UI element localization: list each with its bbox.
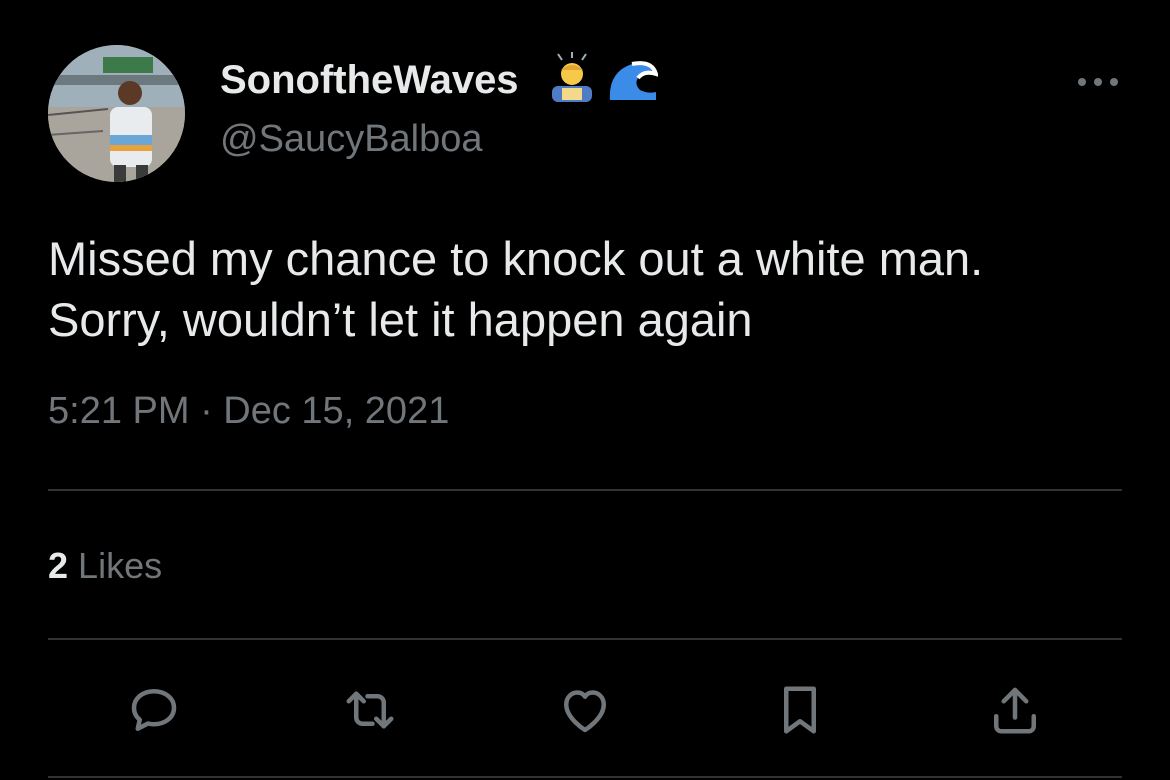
man-bowing-emoji [552, 52, 592, 102]
likes-stat[interactable]: 2 Likes [48, 545, 162, 587]
tweet-timestamp[interactable]: 5:21 PM · Dec 15, 2021 [48, 390, 449, 433]
tweet-text-line: Missed my chance to knock out a white ma… [48, 232, 984, 285]
divider [48, 776, 1122, 778]
water-wave-emoji [609, 61, 659, 100]
display-name[interactable]: SonoftheWaves [220, 58, 519, 103]
tweet-text: Missed my chance to knock out a white ma… [48, 228, 1128, 350]
share-icon[interactable] [985, 680, 1045, 740]
likes-label: Likes [78, 545, 163, 586]
more-options-icon[interactable] [1074, 70, 1122, 94]
divider [48, 638, 1122, 640]
avatar[interactable] [48, 45, 185, 182]
tweet-text-line: Sorry, wouldn’t let it happen again [48, 293, 753, 346]
divider [48, 489, 1122, 491]
likes-count: 2 [48, 545, 69, 586]
retweet-icon[interactable] [340, 680, 400, 740]
like-icon[interactable] [555, 680, 615, 740]
user-handle[interactable]: @SaucyBalboa [220, 118, 483, 161]
reply-icon[interactable] [124, 680, 184, 740]
bookmark-icon[interactable] [770, 680, 830, 740]
name-emoji-group [548, 52, 659, 104]
